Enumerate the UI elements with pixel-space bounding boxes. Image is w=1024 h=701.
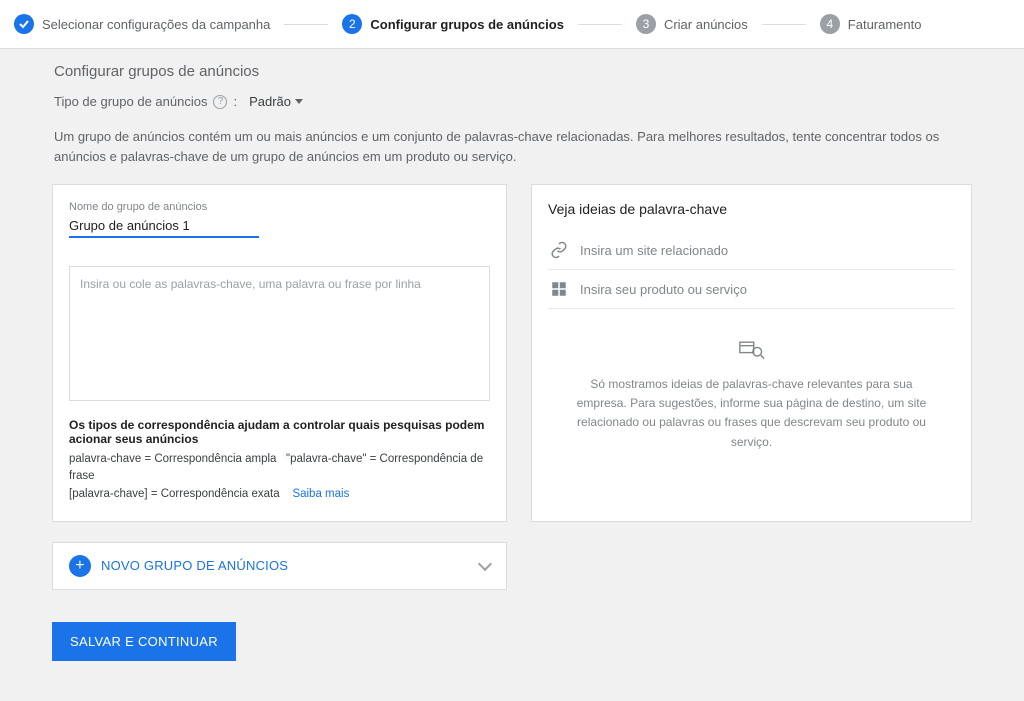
adgroup-name-label: Nome do grupo de anúncios bbox=[69, 201, 490, 213]
step-4[interactable]: 4 Faturamento bbox=[820, 14, 922, 34]
grid-icon bbox=[550, 280, 568, 298]
keyword-ideas-card: Veja ideias de palavra-chave Insira um s… bbox=[531, 184, 972, 522]
keyword-ideas-title: Veja ideias de palavra-chave bbox=[548, 201, 955, 217]
check-icon bbox=[14, 14, 34, 34]
ideas-empty-state: Só mostramos ideias de palavras-chave re… bbox=[548, 319, 955, 462]
step-4-label: Faturamento bbox=[848, 17, 922, 32]
learn-more-link[interactable]: Saiba mais bbox=[292, 488, 349, 500]
save-continue-button[interactable]: SALVAR E CONTINUAR bbox=[52, 622, 236, 661]
match-types-text: palavra-chave = Correspondência ampla "p… bbox=[69, 453, 486, 500]
page-title: Configurar grupos de anúncios bbox=[54, 63, 972, 80]
step-divider bbox=[762, 24, 806, 25]
step-divider bbox=[578, 24, 622, 25]
new-adgroup-label: NOVO GRUPO DE ANÚNCIOS bbox=[101, 558, 288, 573]
step-2[interactable]: 2 Configurar grupos de anúncios bbox=[342, 14, 564, 34]
step-1[interactable]: Selecionar configurações da campanha bbox=[14, 14, 270, 34]
help-icon[interactable]: ? bbox=[213, 95, 227, 109]
step-1-label: Selecionar configurações da campanha bbox=[42, 17, 270, 32]
adgroup-name-input[interactable] bbox=[69, 215, 259, 238]
related-site-placeholder: Insira um site relacionado bbox=[580, 243, 728, 258]
product-service-row[interactable]: Insira seu produto ou serviço bbox=[548, 270, 955, 309]
caret-down-icon bbox=[295, 99, 303, 104]
adgroup-type-label: Tipo de grupo de anúncios bbox=[54, 94, 207, 109]
adgroup-type-colon: : bbox=[233, 94, 237, 109]
keywords-textarea[interactable] bbox=[69, 266, 490, 401]
plus-icon: + bbox=[69, 555, 91, 577]
progress-stepper: Selecionar configurações da campanha 2 C… bbox=[0, 0, 1024, 49]
new-adgroup-button[interactable]: + NOVO GRUPO DE ANÚNCIOS bbox=[52, 542, 507, 590]
link-icon bbox=[550, 241, 568, 259]
step-3[interactable]: 3 Criar anúncios bbox=[636, 14, 748, 34]
adgroup-type-row: Tipo de grupo de anúncios ? : Padrão bbox=[54, 94, 972, 109]
adgroup-card: Nome do grupo de anúncios Os tipos de co… bbox=[52, 184, 507, 522]
search-ideas-icon bbox=[576, 339, 927, 361]
step-3-number: 3 bbox=[636, 14, 656, 34]
chevron-down-icon bbox=[478, 557, 492, 571]
step-2-label: Configurar grupos de anúncios bbox=[370, 17, 564, 32]
adgroup-type-value: Padrão bbox=[249, 94, 291, 109]
ideas-empty-text: Só mostramos ideias de palavras-chave re… bbox=[576, 375, 927, 452]
step-2-number: 2 bbox=[342, 14, 362, 34]
step-divider bbox=[284, 24, 328, 25]
step-3-label: Criar anúncios bbox=[664, 17, 748, 32]
step-4-number: 4 bbox=[820, 14, 840, 34]
adgroup-type-dropdown[interactable]: Padrão bbox=[249, 94, 303, 109]
match-types-body: palavra-chave = Correspondência ampla "p… bbox=[69, 451, 490, 503]
related-site-row[interactable]: Insira um site relacionado bbox=[548, 231, 955, 270]
intro-paragraph: Um grupo de anúncios contém um ou mais a… bbox=[54, 127, 972, 166]
product-service-placeholder: Insira seu produto ou serviço bbox=[580, 282, 747, 297]
match-types-heading: Os tipos de correspondência ajudam a con… bbox=[69, 418, 490, 446]
